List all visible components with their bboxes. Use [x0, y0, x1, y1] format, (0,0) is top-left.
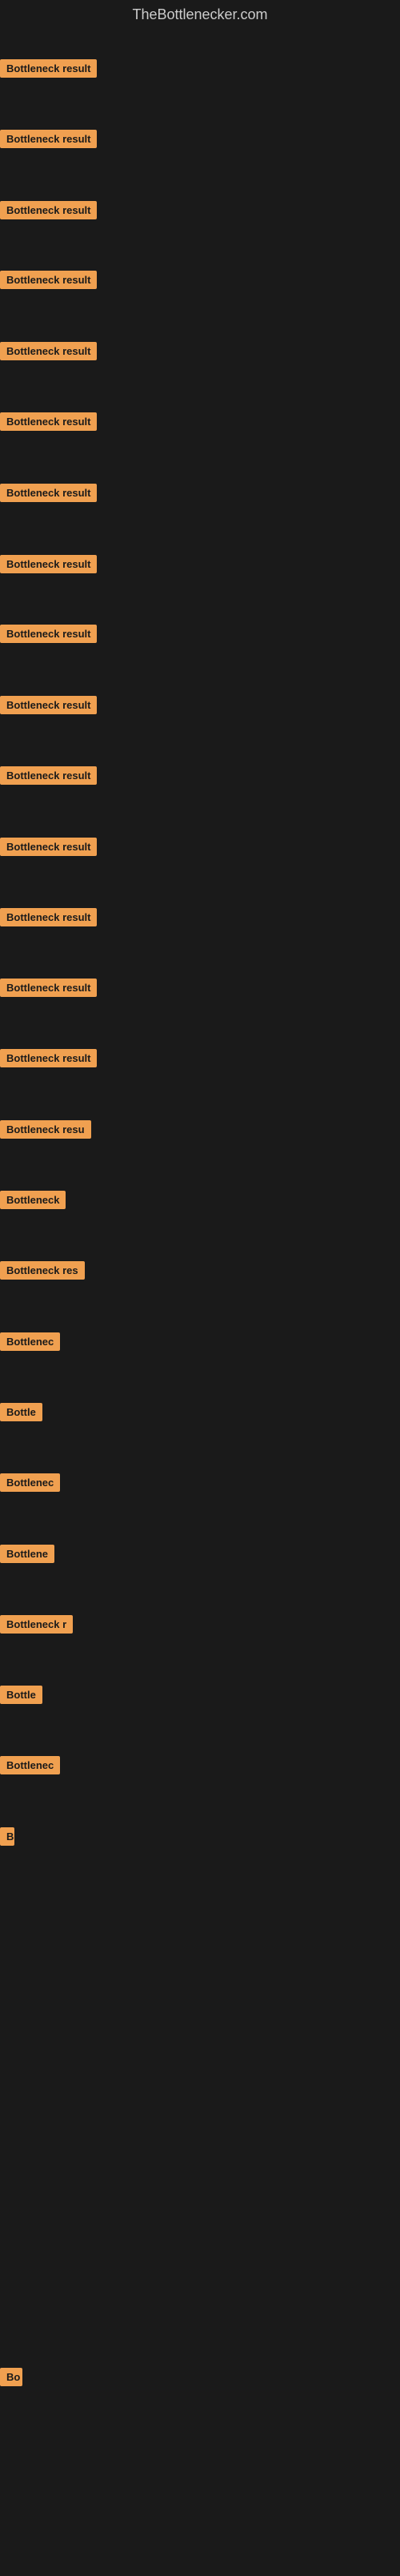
bottleneck-badge[interactable]: Bottleneck result: [0, 484, 97, 502]
bottleneck-result-item: Bottleneck res: [0, 1261, 85, 1284]
bottleneck-badge[interactable]: Bottlene: [0, 1545, 54, 1563]
bottleneck-result-item: Bottlenec: [0, 1473, 60, 1496]
bottleneck-result-item: Bo: [0, 2368, 22, 2390]
bottleneck-result-item: Bottleneck: [0, 1191, 66, 1213]
bottleneck-result-item: Bottleneck result: [0, 201, 97, 223]
bottleneck-badge[interactable]: Bottleneck result: [0, 555, 97, 573]
bottleneck-result-item: Bottleneck result: [0, 271, 97, 293]
bottleneck-result-item: Bottlene: [0, 1545, 54, 1567]
bottleneck-badge[interactable]: Bottle: [0, 1686, 42, 1704]
bottleneck-result-item: Bottleneck result: [0, 555, 97, 577]
bottleneck-badge[interactable]: Bottleneck result: [0, 838, 97, 856]
bottleneck-badge[interactable]: Bottleneck resu: [0, 1120, 91, 1139]
bottleneck-result-item: Bottleneck result: [0, 696, 97, 718]
bottleneck-badge[interactable]: Bottleneck res: [0, 1261, 85, 1280]
bottleneck-badge[interactable]: Bottleneck result: [0, 625, 97, 643]
bottleneck-badge[interactable]: Bottleneck: [0, 1191, 66, 1209]
bottleneck-badge[interactable]: Bottlenec: [0, 1473, 60, 1492]
bottleneck-result-item: Bottleneck result: [0, 130, 97, 152]
bottleneck-result-item: Bottleneck result: [0, 342, 97, 364]
bottleneck-badge[interactable]: Bottleneck result: [0, 766, 97, 785]
bottleneck-result-item: Bottleneck result: [0, 979, 97, 1001]
bottleneck-badge[interactable]: Bottleneck result: [0, 59, 97, 78]
bottleneck-result-item: Bottleneck result: [0, 412, 97, 435]
bottleneck-result-item: Bottlenec: [0, 1756, 60, 1778]
bottleneck-badge[interactable]: Bottleneck result: [0, 201, 97, 219]
bottleneck-badge[interactable]: Bottleneck result: [0, 412, 97, 431]
bottleneck-badge[interactable]: Bottleneck result: [0, 979, 97, 997]
bottleneck-result-item: Bottleneck resu: [0, 1120, 91, 1143]
bottleneck-result-item: Bottleneck result: [0, 766, 97, 789]
bottleneck-result-item: Bottle: [0, 1403, 42, 1425]
bottleneck-badge[interactable]: Bottlenec: [0, 1756, 60, 1774]
bottleneck-result-item: Bottleneck result: [0, 908, 97, 930]
bottleneck-result-item: Bottleneck result: [0, 1049, 97, 1071]
bottleneck-result-item: Bottlenec: [0, 1332, 60, 1355]
bottleneck-result-item: Bottleneck result: [0, 484, 97, 506]
bottleneck-badge[interactable]: Bottleneck result: [0, 1049, 97, 1067]
bottleneck-badge[interactable]: Bottleneck result: [0, 130, 97, 148]
bottleneck-result-item: Bottleneck result: [0, 838, 97, 860]
bottleneck-badge[interactable]: Bottleneck result: [0, 696, 97, 714]
bottleneck-result-item: B: [0, 1827, 14, 1850]
bottleneck-badge[interactable]: Bottle: [0, 1403, 42, 1421]
bottleneck-result-item: Bottle: [0, 1686, 42, 1708]
bottleneck-badge[interactable]: B: [0, 1827, 14, 1846]
bottleneck-result-item: Bottleneck r: [0, 1615, 73, 1638]
bottleneck-result-item: Bottleneck result: [0, 59, 97, 82]
bottleneck-result-item: Bottleneck result: [0, 625, 97, 647]
bottleneck-badge[interactable]: Bottleneck result: [0, 342, 97, 360]
site-title: TheBottlenecker.com: [0, 0, 400, 30]
bottleneck-badge[interactable]: Bottlenec: [0, 1332, 60, 1351]
bottleneck-badge[interactable]: Bottleneck result: [0, 908, 97, 926]
bottleneck-badge[interactable]: Bottleneck result: [0, 271, 97, 289]
bottleneck-badge[interactable]: Bo: [0, 2368, 22, 2386]
bottleneck-badge[interactable]: Bottleneck r: [0, 1615, 73, 1634]
